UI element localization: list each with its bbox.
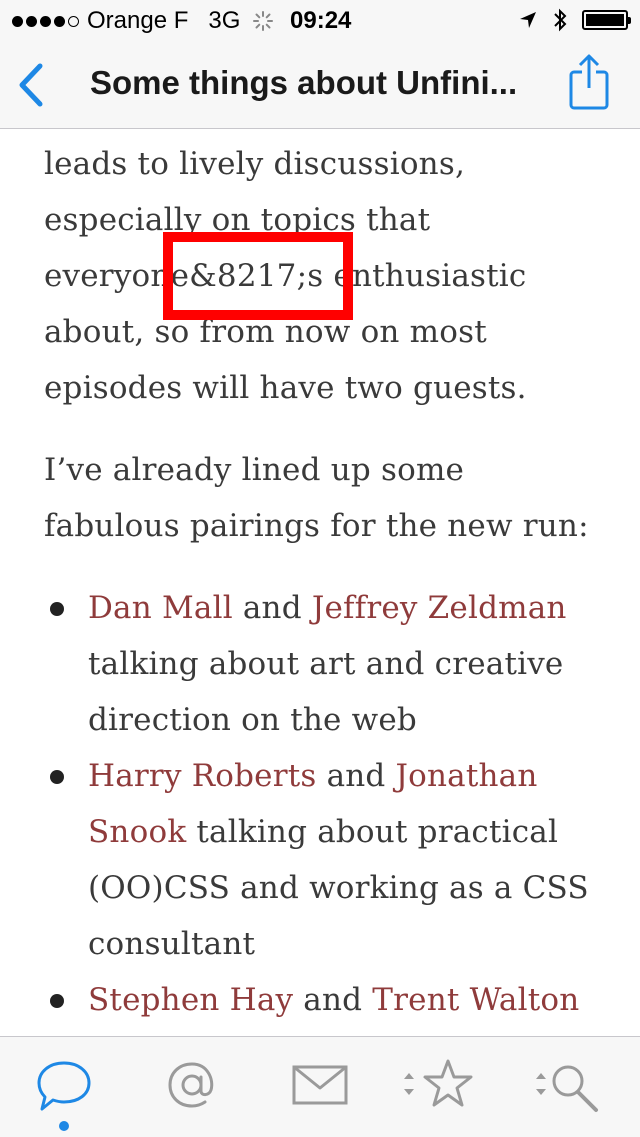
carrier-name: Orange F (87, 7, 189, 34)
navigation-bar: Some things about Unfini... (0, 40, 640, 129)
connector-text: and (316, 758, 396, 794)
envelope-icon[interactable] (290, 1055, 350, 1119)
article-paragraph: I’ve already lined up some fabulous pair… (44, 452, 589, 544)
guest-link[interactable]: Dan Mall (88, 590, 233, 626)
search-icon[interactable] (534, 1055, 606, 1119)
at-sign-icon[interactable] (164, 1055, 220, 1119)
paragraph-line: episodes will have two guests. (44, 370, 527, 406)
item-description: talking about art and creative direction… (88, 646, 564, 738)
list-item: Harry Roberts and Jonathan Snook talking… (44, 748, 604, 972)
connector-text: and (232, 590, 312, 626)
guest-link[interactable]: Stephen Hay (88, 982, 293, 1018)
status-time: 09:24 (290, 7, 352, 34)
list-item: Stephen Hay and Trent Walton (44, 972, 604, 1028)
bluetooth-icon (554, 8, 567, 32)
guest-link[interactable]: Jeffrey Zeldman (312, 590, 567, 626)
battery-icon (582, 10, 631, 30)
page-title: Some things about Unfini... (90, 64, 518, 101)
guest-link[interactable]: Trent Walton (372, 982, 579, 1018)
status-left: Orange F 3G (12, 7, 274, 35)
annotation-highlight-box (163, 232, 353, 320)
active-tab-indicator (59, 1121, 69, 1131)
back-chevron-icon[interactable] (14, 62, 50, 108)
chat-bubble-icon[interactable] (36, 1055, 92, 1119)
activity-spinner-icon (253, 11, 274, 31)
location-arrow-icon (520, 12, 536, 28)
guest-link[interactable]: Harry Roberts (88, 758, 317, 794)
connector-text: and (293, 982, 373, 1018)
status-right (518, 7, 631, 33)
tab-bar (0, 1036, 640, 1137)
signal-strength-icon (12, 15, 79, 27)
share-icon[interactable] (566, 52, 612, 112)
paragraph-line: leads to lively discussions, (44, 146, 466, 182)
list-item: Dan Mall and Jeffrey Zeldman talking abo… (44, 580, 604, 748)
network-type: 3G (208, 7, 241, 34)
guest-pairings-list: Dan Mall and Jeffrey Zeldman talking abo… (44, 580, 604, 1028)
star-icon[interactable] (398, 1055, 478, 1119)
status-bar: Orange F 3G 09:24 (0, 0, 640, 40)
